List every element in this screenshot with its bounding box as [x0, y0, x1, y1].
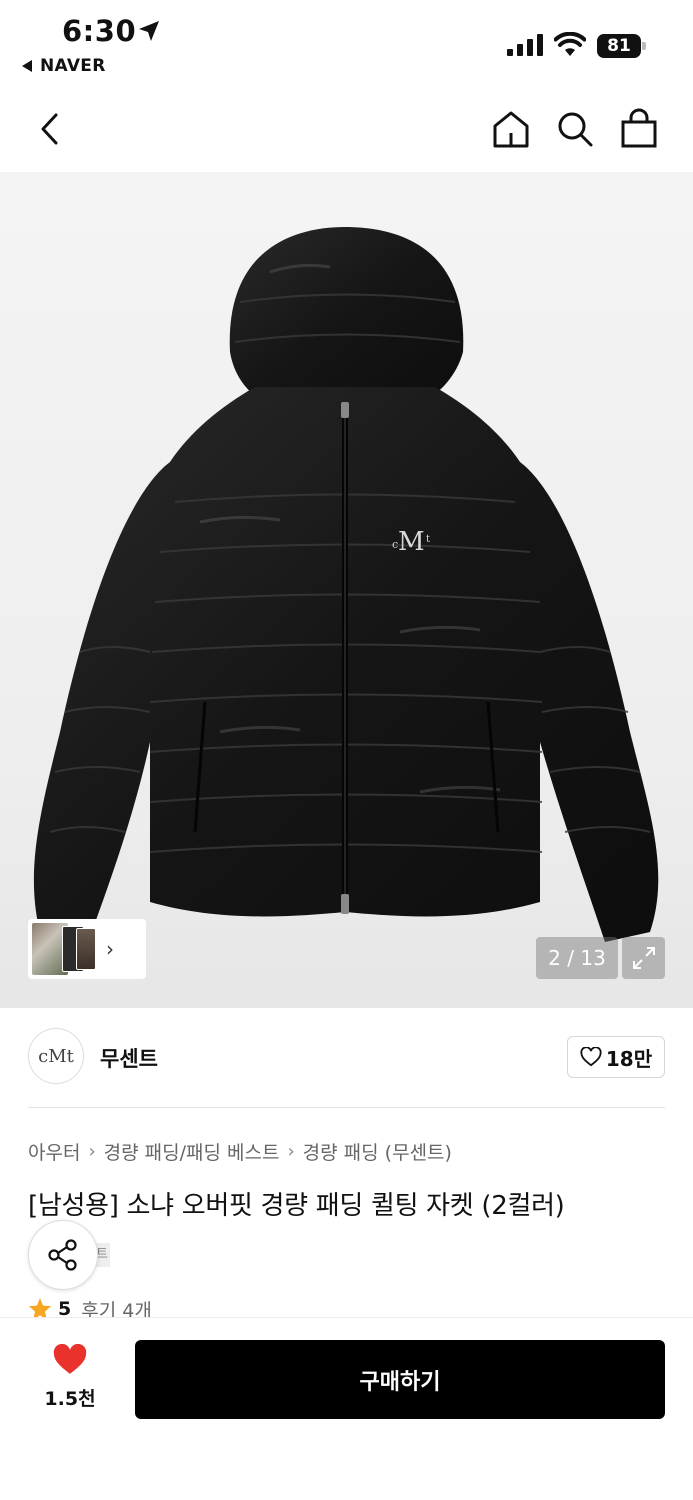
store-like-button[interactable]: 18만: [567, 1036, 665, 1078]
svg-text:t: t: [426, 534, 430, 545]
store-row: cMt 무센트 18만: [28, 1028, 665, 1088]
image-counter: 2 / 13: [536, 937, 618, 979]
wifi-icon: [554, 32, 586, 56]
battery-level: 81: [597, 34, 641, 58]
back-to-app-link[interactable]: NAVER: [22, 56, 106, 76]
store-name[interactable]: 무센트: [100, 1043, 158, 1073]
bottom-purchase-bar: 1.5천 구매하기: [0, 1317, 693, 1500]
thumbnail-strip[interactable]: ›: [28, 919, 146, 979]
search-icon[interactable]: [555, 108, 595, 150]
product-image-gallery[interactable]: M c t › 2 / 13: [0, 172, 693, 1008]
shopping-bag-icon[interactable]: [619, 108, 659, 150]
chevron-right-icon: ›: [106, 937, 114, 961]
heart-filled-icon: [53, 1343, 87, 1374]
buy-button[interactable]: 구매하기: [135, 1340, 665, 1419]
product-tag: 트: [96, 1243, 110, 1267]
thumbnail-image[interactable]: [76, 928, 96, 970]
status-bar: 6:30 NAVER 81: [0, 0, 693, 82]
wishlist-count: 1.5천: [44, 1388, 96, 1410]
home-icon[interactable]: [491, 108, 531, 150]
breadcrumb: 아우터 › 경량 패딩/패딩 베스트 › 경량 패딩 (무센트): [28, 1138, 452, 1165]
svg-text:c: c: [392, 538, 398, 551]
back-app-label: NAVER: [40, 56, 106, 76]
heart-outline-icon: [580, 1047, 602, 1067]
wishlist-button[interactable]: 1.5천: [30, 1343, 110, 1411]
chevron-right-icon: ›: [287, 1141, 295, 1162]
breadcrumb-item[interactable]: 경량 패딩 (무센트): [303, 1138, 452, 1165]
back-icon[interactable]: [30, 108, 70, 150]
product-title: [남성용] 소냐 오버핏 경량 패딩 퀼팅 자켓 (2컬러): [28, 1191, 565, 1221]
back-triangle-icon: [22, 60, 32, 72]
product-photo-jacket: M c t: [33, 227, 659, 942]
status-time: 6:30: [62, 14, 137, 48]
share-icon: [48, 1239, 77, 1271]
breadcrumb-item[interactable]: 경량 패딩/패딩 베스트: [104, 1138, 280, 1165]
svg-text:M: M: [398, 527, 425, 557]
expand-icon[interactable]: [622, 937, 665, 979]
chevron-right-icon: ›: [88, 1141, 96, 1162]
top-nav-bar: [0, 90, 693, 170]
store-logo[interactable]: cMt: [28, 1028, 84, 1084]
breadcrumb-item[interactable]: 아우터: [28, 1138, 80, 1165]
store-like-count: 18만: [605, 1046, 653, 1071]
cellular-signal-icon: [507, 34, 543, 56]
battery-icon: 81: [597, 34, 647, 58]
divider: [28, 1107, 665, 1108]
location-arrow-icon: [139, 21, 159, 41]
share-button[interactable]: [28, 1220, 98, 1290]
